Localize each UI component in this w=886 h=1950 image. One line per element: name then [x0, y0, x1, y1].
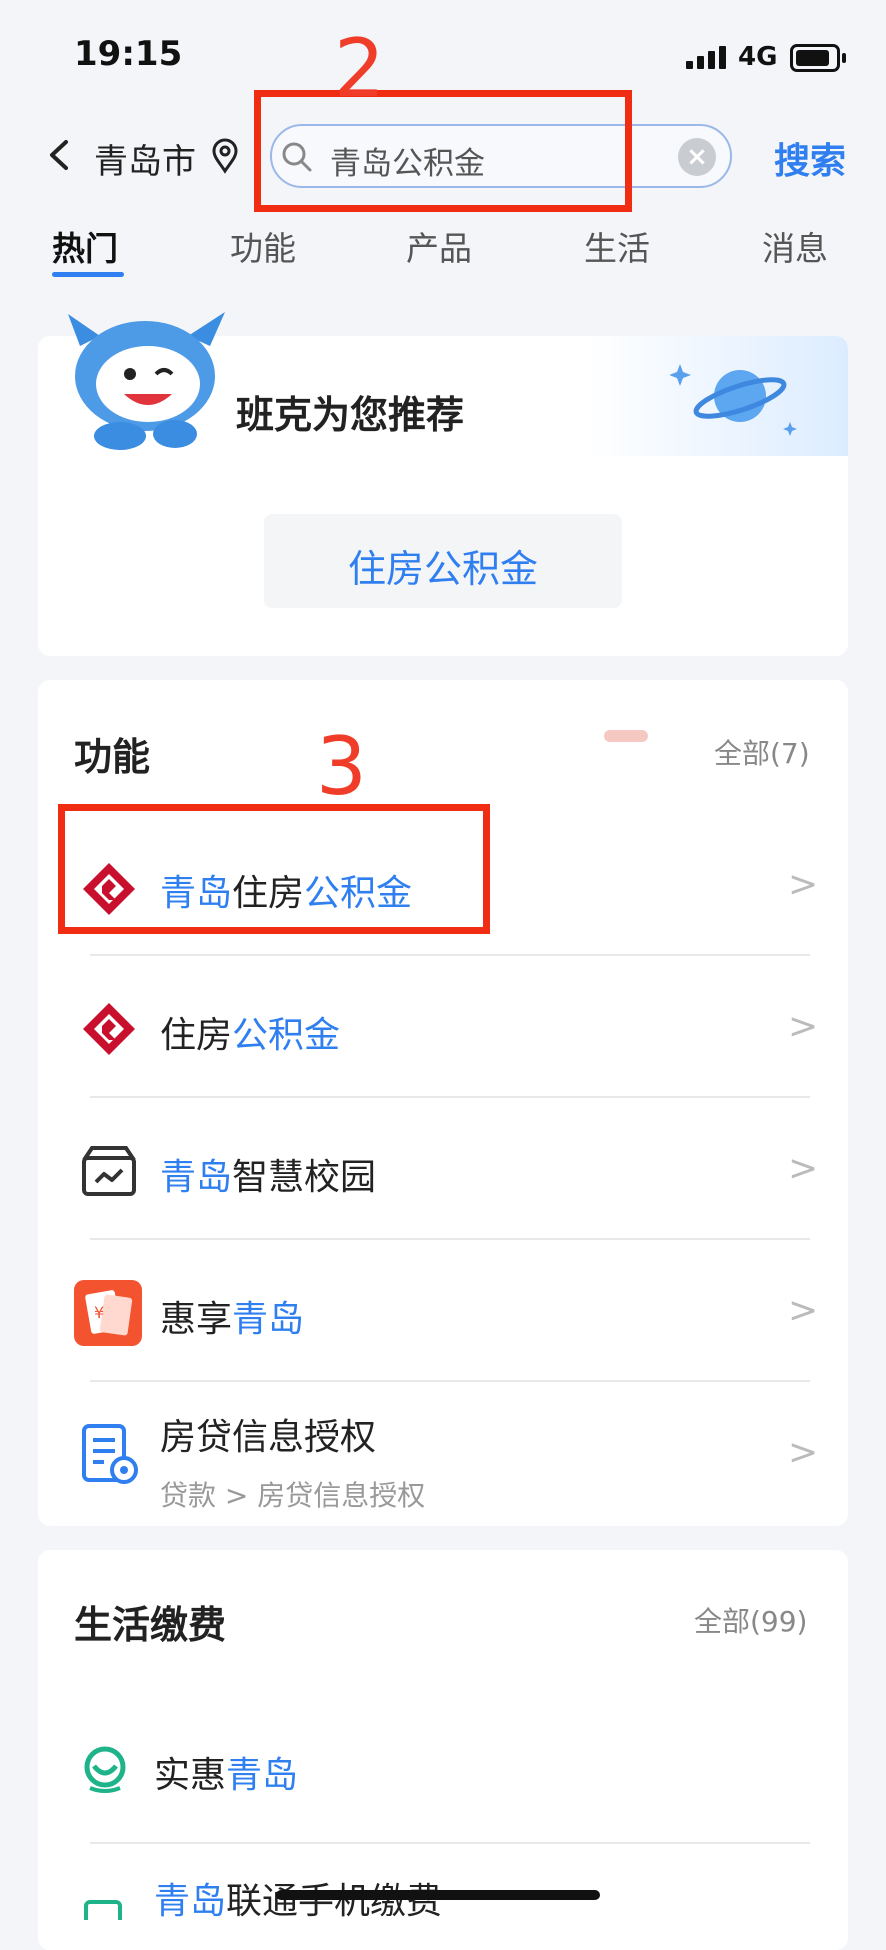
svg-text:¥: ¥: [94, 1303, 104, 1322]
location-pin-icon[interactable]: [210, 138, 240, 174]
label-part: 惠享: [160, 1299, 233, 1340]
label-part: 青岛: [226, 1755, 299, 1796]
chevron-right-icon: >: [788, 1006, 819, 1047]
function-item-label[interactable]: 房贷信息授权: [160, 1408, 376, 1460]
label-part: 智慧校园: [232, 1157, 377, 1198]
chevron-right-icon: >: [788, 1148, 819, 1189]
red-envelope-icon: ¥: [74, 1280, 142, 1346]
recommend-chip-label[interactable]: 住房公积金: [264, 538, 622, 593]
document-coin-icon: [82, 1424, 138, 1484]
life-all-link[interactable]: 全部(99): [694, 1600, 807, 1640]
signal-icon: [686, 46, 730, 69]
mascot-icon: [68, 312, 225, 450]
life-section-title: 生活缴费: [74, 1603, 227, 1647]
network-label: 4G: [738, 42, 778, 72]
home-indicator[interactable]: [276, 1890, 600, 1900]
back-arrow-icon[interactable]: [44, 138, 78, 172]
tab-messages[interactable]: 消息: [762, 222, 828, 270]
function-item-breadcrumb: 贷款 > 房贷信息授权: [160, 1479, 426, 1512]
battery-icon: [790, 44, 846, 72]
tab-products[interactable]: 产品: [406, 222, 472, 270]
label-part: 青岛: [154, 1881, 227, 1922]
life-item-label[interactable]: 实惠青岛: [154, 1746, 298, 1798]
label-part: 青岛: [232, 1299, 305, 1340]
label-part: 房贷信息授权: [160, 1417, 377, 1458]
label-part: 住房: [160, 1015, 233, 1056]
chevron-right-icon: >: [788, 864, 819, 905]
tab-hot[interactable]: 热门: [52, 222, 118, 270]
annotation-step-3: 3: [316, 720, 367, 813]
function-item-label[interactable]: 惠享青岛: [160, 1290, 304, 1342]
tab-functions[interactable]: 功能: [230, 222, 296, 270]
functions-all-link[interactable]: 全部(7): [714, 732, 810, 772]
search-button[interactable]: 搜索: [774, 132, 846, 184]
function-item-label[interactable]: 住房公积金: [160, 1006, 340, 1058]
tab-life[interactable]: 生活: [584, 222, 650, 270]
housing-fund-logo-icon: [83, 1003, 135, 1055]
clear-search-icon[interactable]: ×: [678, 138, 716, 176]
city-selector[interactable]: 青岛市: [94, 134, 196, 183]
label-part: 公积金: [232, 1015, 341, 1056]
chevron-right-icon: >: [788, 1290, 819, 1331]
function-item-label[interactable]: 青岛智慧校园: [160, 1148, 376, 1200]
decorative-smudge: [604, 730, 648, 742]
label-part: 青岛: [160, 1157, 233, 1198]
label-part: 联通手机缴费: [226, 1881, 443, 1922]
annotation-step-2: 2: [334, 22, 385, 115]
annotation-box-step-2: [254, 90, 632, 212]
shihui-logo-icon: [84, 1746, 126, 1793]
campus-box-icon: [82, 1146, 136, 1196]
functions-section-title: 功能: [74, 735, 151, 779]
planet-icon: [670, 364, 797, 436]
status-time: 19:15: [74, 34, 183, 74]
phone-bill-icon: [84, 1900, 122, 1920]
chevron-right-icon: >: [788, 1432, 819, 1473]
active-tab-indicator: [52, 272, 124, 277]
label-part: 实惠: [154, 1755, 227, 1796]
recommend-title: 班克为您推荐: [236, 393, 465, 437]
annotation-box-step-3: [58, 804, 490, 934]
